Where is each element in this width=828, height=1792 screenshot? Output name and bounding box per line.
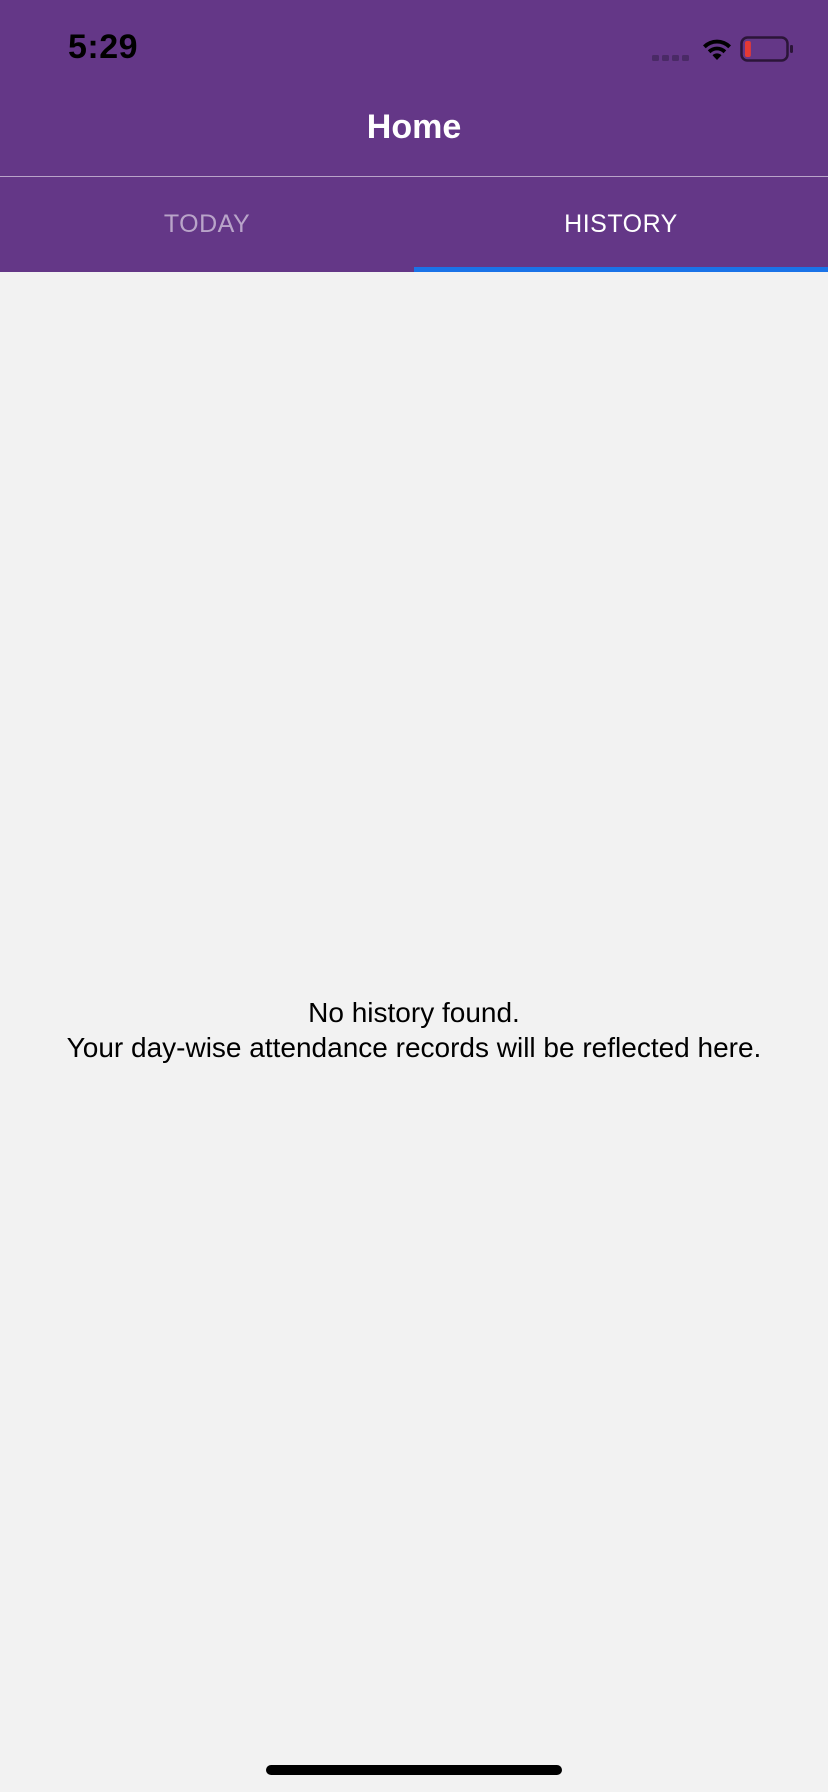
screen: 5:29 Home TODAY HISTORY No history found…	[0, 0, 828, 1792]
tab-today[interactable]: TODAY	[0, 177, 414, 272]
status-time: 5:29	[68, 28, 139, 66]
app-header: 5:29 Home TODAY HISTORY	[0, 0, 828, 272]
wifi-icon	[703, 39, 731, 60]
empty-state-description: Your day-wise attendance records will be…	[66, 1032, 762, 1063]
page-title: Home	[366, 108, 462, 146]
selected-tab-indicator	[414, 267, 828, 272]
cellular-signal-icon	[652, 55, 689, 61]
status-bar: 5:29	[0, 0, 828, 100]
battery-low-icon	[740, 36, 793, 62]
tab-history[interactable]: HISTORY	[414, 177, 828, 272]
tab-bar: TODAY HISTORY	[0, 177, 828, 272]
empty-state-title: No history found.	[308, 997, 520, 1028]
tab-history-label: HISTORY	[564, 210, 678, 238]
home-indicator[interactable]	[266, 1765, 562, 1775]
empty-state-message: No history found. Your day-wise attendan…	[0, 995, 828, 1065]
tab-today-label: TODAY	[163, 210, 251, 238]
